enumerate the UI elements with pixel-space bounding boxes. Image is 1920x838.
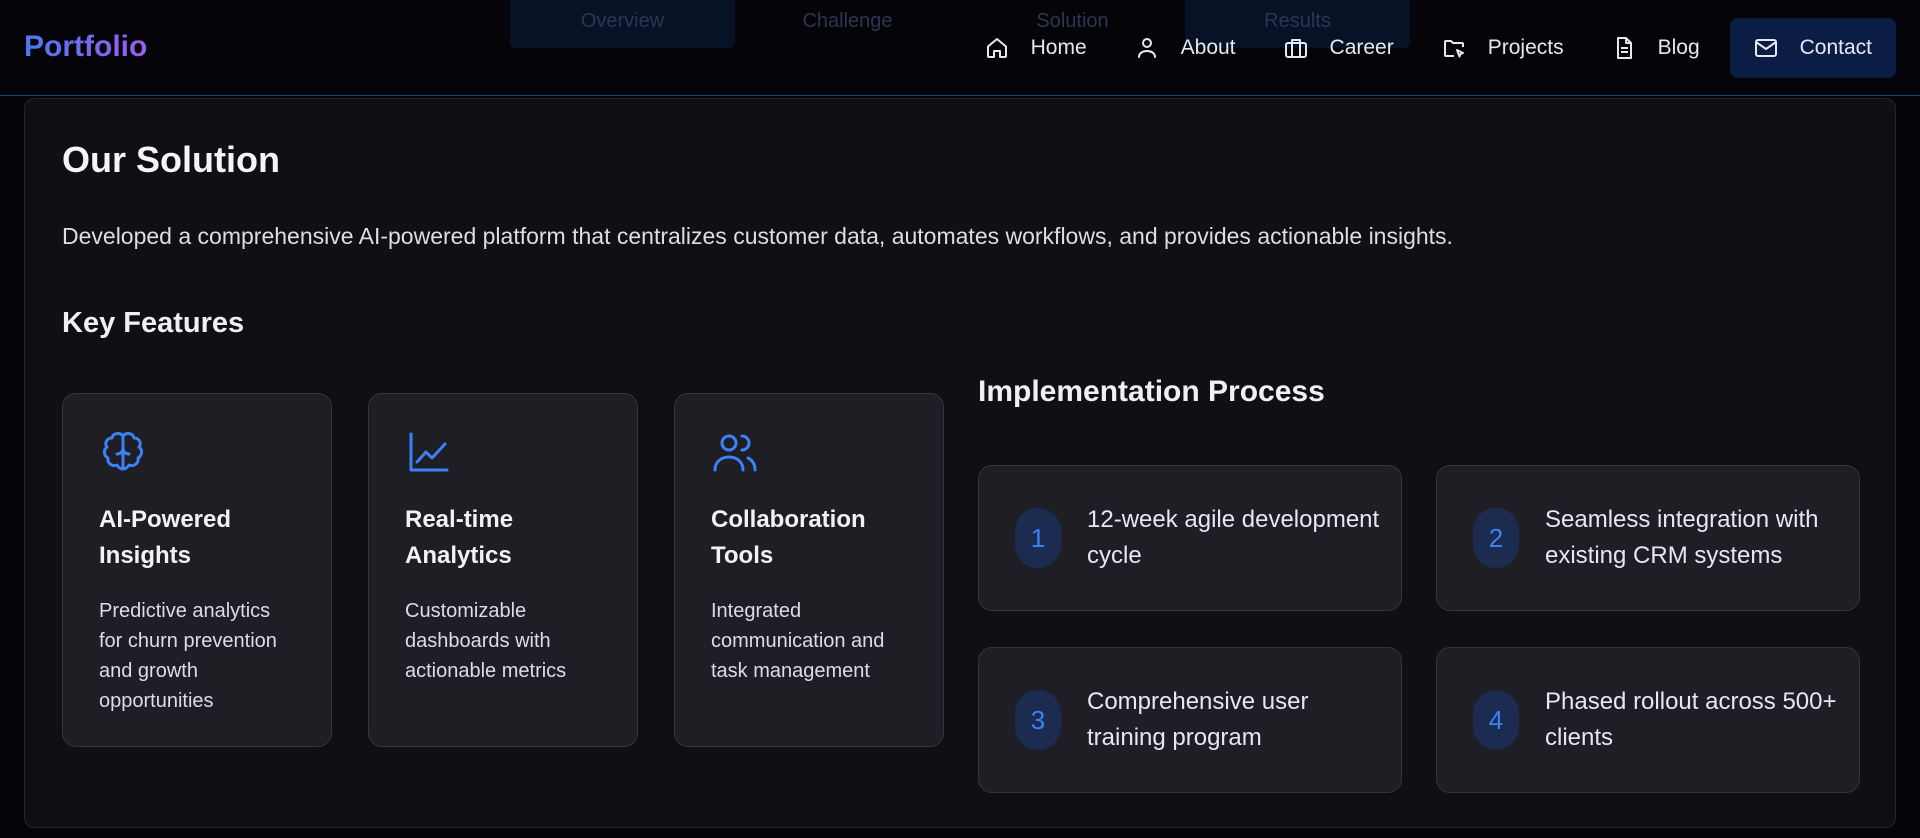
step-card: 1 12-week agile development cycle [978, 465, 1402, 611]
section-description: Developed a comprehensive AI-powered pla… [62, 223, 1453, 249]
logo[interactable]: Portfolio [24, 30, 147, 64]
feature-title: Real-time Analytics [405, 506, 514, 569]
feature-card-ai-insights: AI-Powered Insights Predictive analytics… [62, 393, 332, 747]
step-text: Phased rollout across 500+ clients [1545, 688, 1837, 751]
users-icon [711, 428, 907, 476]
folder-icon [1442, 36, 1466, 60]
solution-section: Our Solution Developed a comprehensive A… [24, 98, 1896, 828]
key-features-title: Key Features [62, 307, 245, 339]
step-text: Comprehensive user training program [1087, 688, 1309, 751]
nav-item-label: Career [1329, 36, 1394, 59]
step-card: 4 Phased rollout across 500+ clients [1436, 647, 1860, 793]
feature-title: AI-Powered Insights [99, 506, 232, 569]
feature-title: Collaboration Tools [711, 506, 866, 569]
section-title: Our Solution [62, 139, 280, 180]
brain-icon [99, 428, 295, 476]
step-card: 3 Comprehensive user training program [978, 647, 1402, 793]
page: Overview Challenge Solution Results Port… [0, 0, 1920, 838]
step-number-badge: 2 [1473, 508, 1519, 568]
feature-card-analytics: Real-time Analytics Customizable dashboa… [368, 393, 638, 747]
feature-description: Customizable dashboards with actionable … [405, 600, 567, 682]
nav-item-projects[interactable]: Projects [1422, 18, 1584, 78]
home-icon [985, 36, 1009, 60]
nav-item-about[interactable]: About [1115, 18, 1256, 78]
nav-item-label: Home [1030, 36, 1087, 59]
step-card: 2 Seamless integration with existing CRM… [1436, 465, 1860, 611]
navbar: Portfolio Home About Career Projects Blo… [0, 0, 1920, 96]
nav-item-label: Projects [1487, 36, 1564, 59]
nav-item-blog[interactable]: Blog [1592, 18, 1720, 78]
nav-item-label: Contact [1799, 36, 1872, 59]
implementation-title: Implementation Process [978, 375, 1325, 408]
step-number-badge: 1 [1015, 508, 1061, 568]
feature-description: Integrated communication and task manage… [711, 600, 885, 682]
nav-item-career[interactable]: Career [1264, 18, 1414, 78]
nav-item-label: Blog [1657, 36, 1700, 59]
briefcase-icon [1284, 36, 1308, 60]
user-icon [1135, 36, 1159, 60]
step-number-badge: 3 [1015, 690, 1061, 750]
feature-card-collaboration: Collaboration Tools Integrated communica… [674, 393, 944, 747]
mail-icon [1754, 36, 1778, 60]
nav-item-home[interactable]: Home [965, 18, 1107, 78]
nav-item-label: About [1180, 36, 1236, 59]
step-text: Seamless integration with existing CRM s… [1545, 506, 1819, 569]
nav-item-contact[interactable]: Contact [1729, 18, 1896, 78]
document-icon [1612, 36, 1636, 60]
step-text: 12-week agile development cycle [1087, 506, 1380, 569]
nav-items: Home About Career Projects Blog Contact [957, 18, 1896, 78]
line-chart-icon [405, 428, 601, 476]
step-number-badge: 4 [1473, 690, 1519, 750]
feature-description: Predictive analytics for churn preventio… [99, 600, 277, 712]
